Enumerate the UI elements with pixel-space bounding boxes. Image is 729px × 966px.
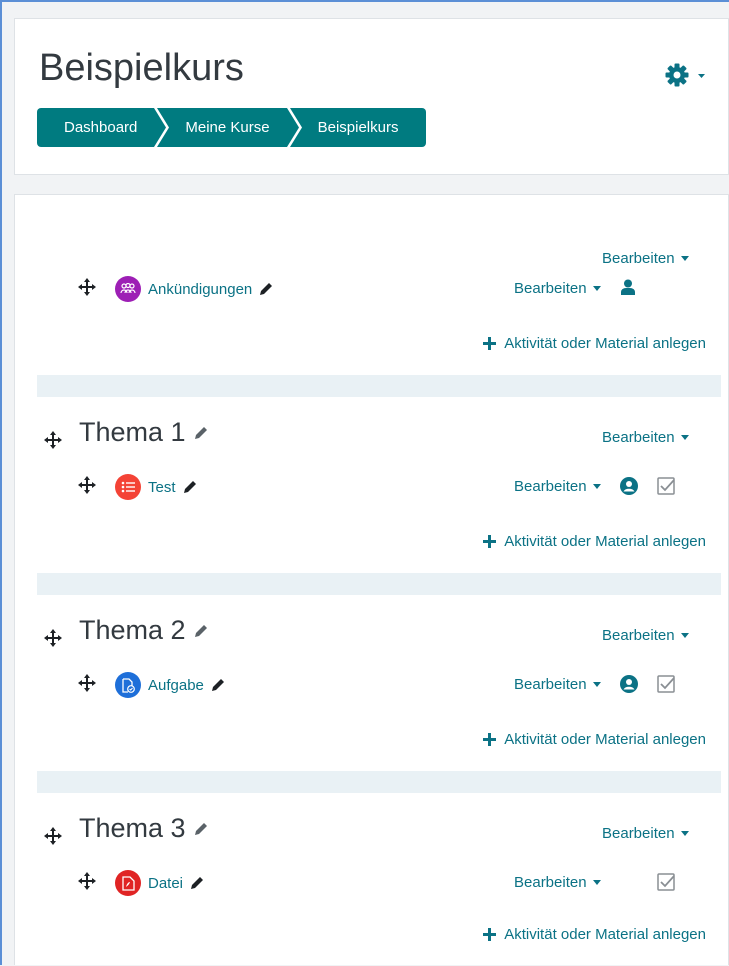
completion-checkbox-icon[interactable]	[657, 873, 676, 891]
activity-edit-menu[interactable]: Bearbeiten	[514, 478, 601, 495]
section-divider	[37, 771, 721, 793]
section-divider	[37, 375, 721, 397]
breadcrumb-label: Meine Kurse	[185, 119, 270, 136]
move-icon[interactable]	[44, 827, 62, 845]
chevron-right-icon	[286, 108, 302, 147]
add-label: Aktivität oder Material anlegen	[504, 926, 706, 943]
section-edit-menu[interactable]: Bearbeiten	[602, 627, 689, 644]
edit-label: Bearbeiten	[602, 627, 675, 644]
caret-down-icon	[592, 286, 601, 291]
move-icon[interactable]	[78, 278, 96, 296]
plus-icon	[483, 535, 497, 548]
section-title: Thema 1	[79, 417, 208, 448]
section-general: Bearbeiten Ankündigungen Bearbeiten Akti…	[15, 195, 728, 375]
pencil-icon[interactable]	[194, 822, 208, 836]
edit-label: Bearbeiten	[602, 429, 675, 446]
page-title: Beispielkurs	[39, 47, 244, 89]
plus-icon	[483, 337, 497, 350]
activity-edit-menu[interactable]: Bearbeiten	[514, 874, 601, 891]
section-divider	[37, 573, 721, 595]
edit-label: Bearbeiten	[514, 478, 587, 495]
breadcrumb: Dashboard Meine Kurse Beispielkurs	[37, 108, 427, 147]
caret-down-icon	[592, 484, 601, 489]
settings-menu[interactable]	[663, 61, 711, 89]
plus-icon	[483, 928, 497, 941]
add-label: Aktivität oder Material anlegen	[504, 731, 706, 748]
assignment-icon	[115, 672, 141, 698]
activity-name: Ankündigungen	[148, 280, 253, 298]
caret-down-icon	[680, 831, 689, 836]
activity-test[interactable]: Test	[115, 474, 197, 500]
plus-icon	[483, 733, 497, 746]
edit-label: Bearbeiten	[602, 825, 675, 842]
section-title: Thema 3	[79, 813, 208, 844]
activity-aufgabe[interactable]: Aufgabe	[115, 672, 225, 698]
edit-label: Bearbeiten	[514, 280, 587, 297]
activity-name: Test	[148, 478, 176, 496]
section-edit-menu[interactable]: Bearbeiten	[602, 429, 689, 446]
activity-ankuendigungen[interactable]: Ankündigungen	[115, 276, 273, 302]
user-icon[interactable]	[621, 279, 635, 295]
activity-name: Datei	[148, 874, 184, 892]
section-title-text: Thema 2	[79, 615, 186, 645]
pencil-icon[interactable]	[194, 426, 208, 440]
section-title-text: Thema 3	[79, 813, 186, 843]
section-thema-1: Thema 1 Bearbeiten Test Bearbeiten Aktiv…	[15, 397, 728, 573]
pdf-file-icon	[115, 870, 141, 896]
move-icon[interactable]	[78, 872, 96, 890]
pencil-icon[interactable]	[183, 480, 197, 494]
move-icon[interactable]	[78, 674, 96, 692]
section-thema-2: Thema 2 Bearbeiten Aufgabe Bearbeiten Ak…	[15, 595, 728, 771]
caret-down-icon	[680, 256, 689, 261]
activity-name: Aufgabe	[148, 676, 204, 694]
caret-down-icon	[680, 435, 689, 440]
add-label: Aktivität oder Material anlegen	[504, 533, 706, 550]
page-header: Beispielkurs Dashboard Meine Kurse Beisp…	[14, 18, 729, 175]
caret-down-icon	[592, 880, 601, 885]
completion-checkbox-icon[interactable]	[657, 477, 676, 495]
breadcrumb-dashboard[interactable]: Dashboard	[37, 108, 170, 147]
chevron-right-icon	[154, 108, 170, 147]
section-title-text: Thema 1	[79, 417, 186, 447]
move-icon[interactable]	[78, 476, 96, 494]
breadcrumb-label: Dashboard	[64, 119, 138, 136]
quiz-icon	[115, 474, 141, 500]
forum-icon	[115, 276, 141, 302]
activity-edit-menu[interactable]: Bearbeiten	[514, 676, 601, 693]
pencil-icon[interactable]	[259, 282, 273, 296]
section-edit-menu[interactable]: Bearbeiten	[602, 825, 689, 842]
caret-down-icon	[592, 682, 601, 687]
move-icon[interactable]	[44, 431, 62, 449]
completion-checkbox-icon[interactable]	[657, 675, 676, 693]
activity-edit-menu[interactable]: Bearbeiten	[514, 280, 601, 297]
caret-down-icon	[680, 633, 689, 638]
add-activity-button[interactable]: Aktivität oder Material anlegen	[483, 533, 706, 550]
user-circle-icon[interactable]	[620, 675, 638, 693]
add-activity-button[interactable]: Aktivität oder Material anlegen	[483, 335, 706, 352]
pencil-icon[interactable]	[211, 678, 225, 692]
add-label: Aktivität oder Material anlegen	[504, 335, 706, 352]
add-activity-button[interactable]: Aktivität oder Material anlegen	[483, 926, 706, 943]
user-circle-icon[interactable]	[620, 477, 638, 495]
pencil-icon[interactable]	[194, 624, 208, 638]
add-activity-button[interactable]: Aktivität oder Material anlegen	[483, 731, 706, 748]
breadcrumb-meine-kurse[interactable]: Meine Kurse	[157, 108, 302, 147]
section-edit-menu[interactable]: Bearbeiten	[602, 250, 689, 267]
section-title: Thema 2	[79, 615, 208, 646]
edit-label: Bearbeiten	[514, 676, 587, 693]
breadcrumb-beispielkurs[interactable]: Beispielkurs	[290, 108, 427, 147]
move-icon[interactable]	[44, 629, 62, 647]
edit-label: Bearbeiten	[514, 874, 587, 891]
gear-icon	[665, 63, 705, 87]
pencil-icon[interactable]	[190, 876, 204, 890]
activity-datei[interactable]: Datei	[115, 870, 204, 896]
course-content: Bearbeiten Ankündigungen Bearbeiten Akti…	[14, 194, 729, 965]
breadcrumb-label: Beispielkurs	[317, 119, 399, 136]
edit-label: Bearbeiten	[602, 250, 675, 267]
section-thema-3: Thema 3 Bearbeiten Datei Bearbeiten Akti…	[15, 793, 728, 966]
